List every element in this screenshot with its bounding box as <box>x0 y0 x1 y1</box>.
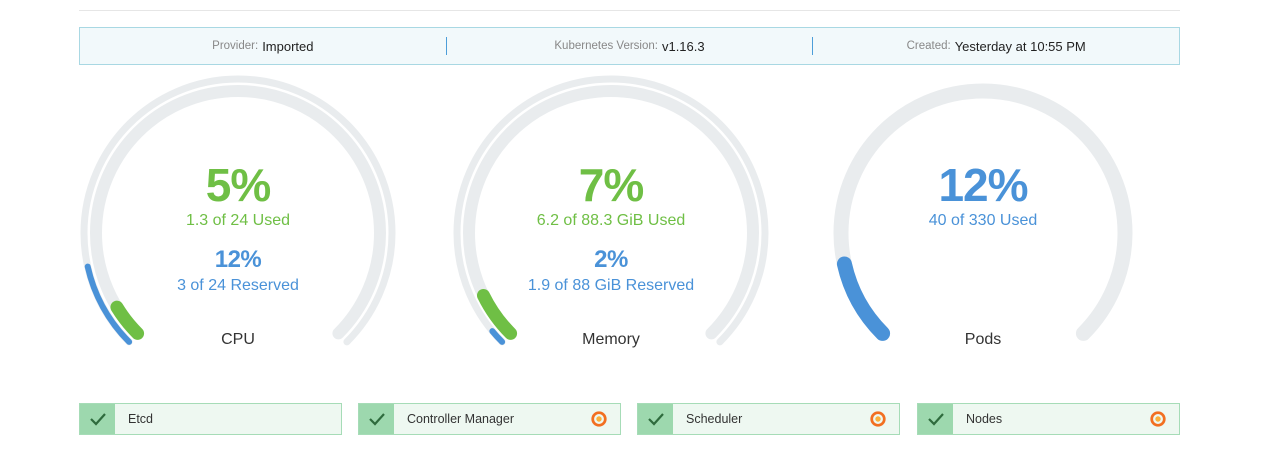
provider-label: Provider: <box>212 40 259 52</box>
memory-reserved-text: 1.9 of 88 GiB Reserved <box>527 277 695 294</box>
component-controller-manager: Controller Manager <box>358 403 621 435</box>
component-name: Etcd <box>128 412 154 426</box>
cpu-title: CPU <box>221 331 255 348</box>
grafana-icon[interactable] <box>869 410 887 428</box>
cpu-used-percent: 5% <box>205 159 271 211</box>
grafana-icon[interactable] <box>1149 410 1167 428</box>
created-value: Yesterday at 10:55 PM <box>954 38 1086 54</box>
memory-title: Memory <box>582 331 640 348</box>
created-label: Created: <box>906 40 951 52</box>
cpu-reserved-percent: 12% <box>214 246 262 273</box>
component-scheduler: Scheduler <box>637 403 900 435</box>
check-icon <box>359 404 394 434</box>
memory-used-text: 6.2 of 88.3 GiB Used <box>536 212 686 229</box>
pods-used-text: 40 of 330 Used <box>928 212 1038 229</box>
component-name: Scheduler <box>686 412 743 426</box>
pods-used-arc <box>836 256 891 341</box>
check-icon <box>918 404 953 434</box>
k8s-version-value: v1.16.3 <box>661 38 705 54</box>
check-icon <box>80 404 115 434</box>
component-name: Controller Manager <box>407 412 514 426</box>
memory-reserved-percent: 2% <box>594 246 628 273</box>
pods-gauge: 12% 40 of 330 Used Pods <box>818 70 1148 370</box>
created-info: Created: Yesterday at 10:55 PM <box>813 28 1179 64</box>
pods-title: Pods <box>964 331 1002 348</box>
top-divider <box>79 10 1180 11</box>
cpu-reserved-text: 3 of 24 Reserved <box>177 277 299 294</box>
memory-gauge: 7% 6.2 of 88.3 GiB Used 2% 1.9 of 88 GiB… <box>446 70 776 370</box>
component-nodes: Nodes <box>917 403 1180 435</box>
cluster-info-bar: Provider: Imported Kubernetes Version: v… <box>79 27 1180 65</box>
pods-used-percent: 12% <box>938 159 1028 211</box>
cpu-gauge: 5% 1.3 of 24 Used 12% 3 of 24 Reserved C… <box>73 70 403 370</box>
provider-value: Imported <box>262 38 314 54</box>
provider-info: Provider: Imported <box>80 28 446 64</box>
grafana-icon[interactable] <box>590 410 608 428</box>
component-etcd: Etcd <box>79 403 342 435</box>
component-name: Nodes <box>966 412 1003 426</box>
cpu-used-text: 1.3 of 24 Used <box>185 212 291 229</box>
k8s-version-info: Kubernetes Version: v1.16.3 <box>447 28 813 64</box>
k8s-version-label: Kubernetes Version: <box>554 40 658 52</box>
memory-used-percent: 7% <box>578 159 644 211</box>
check-icon <box>638 404 673 434</box>
